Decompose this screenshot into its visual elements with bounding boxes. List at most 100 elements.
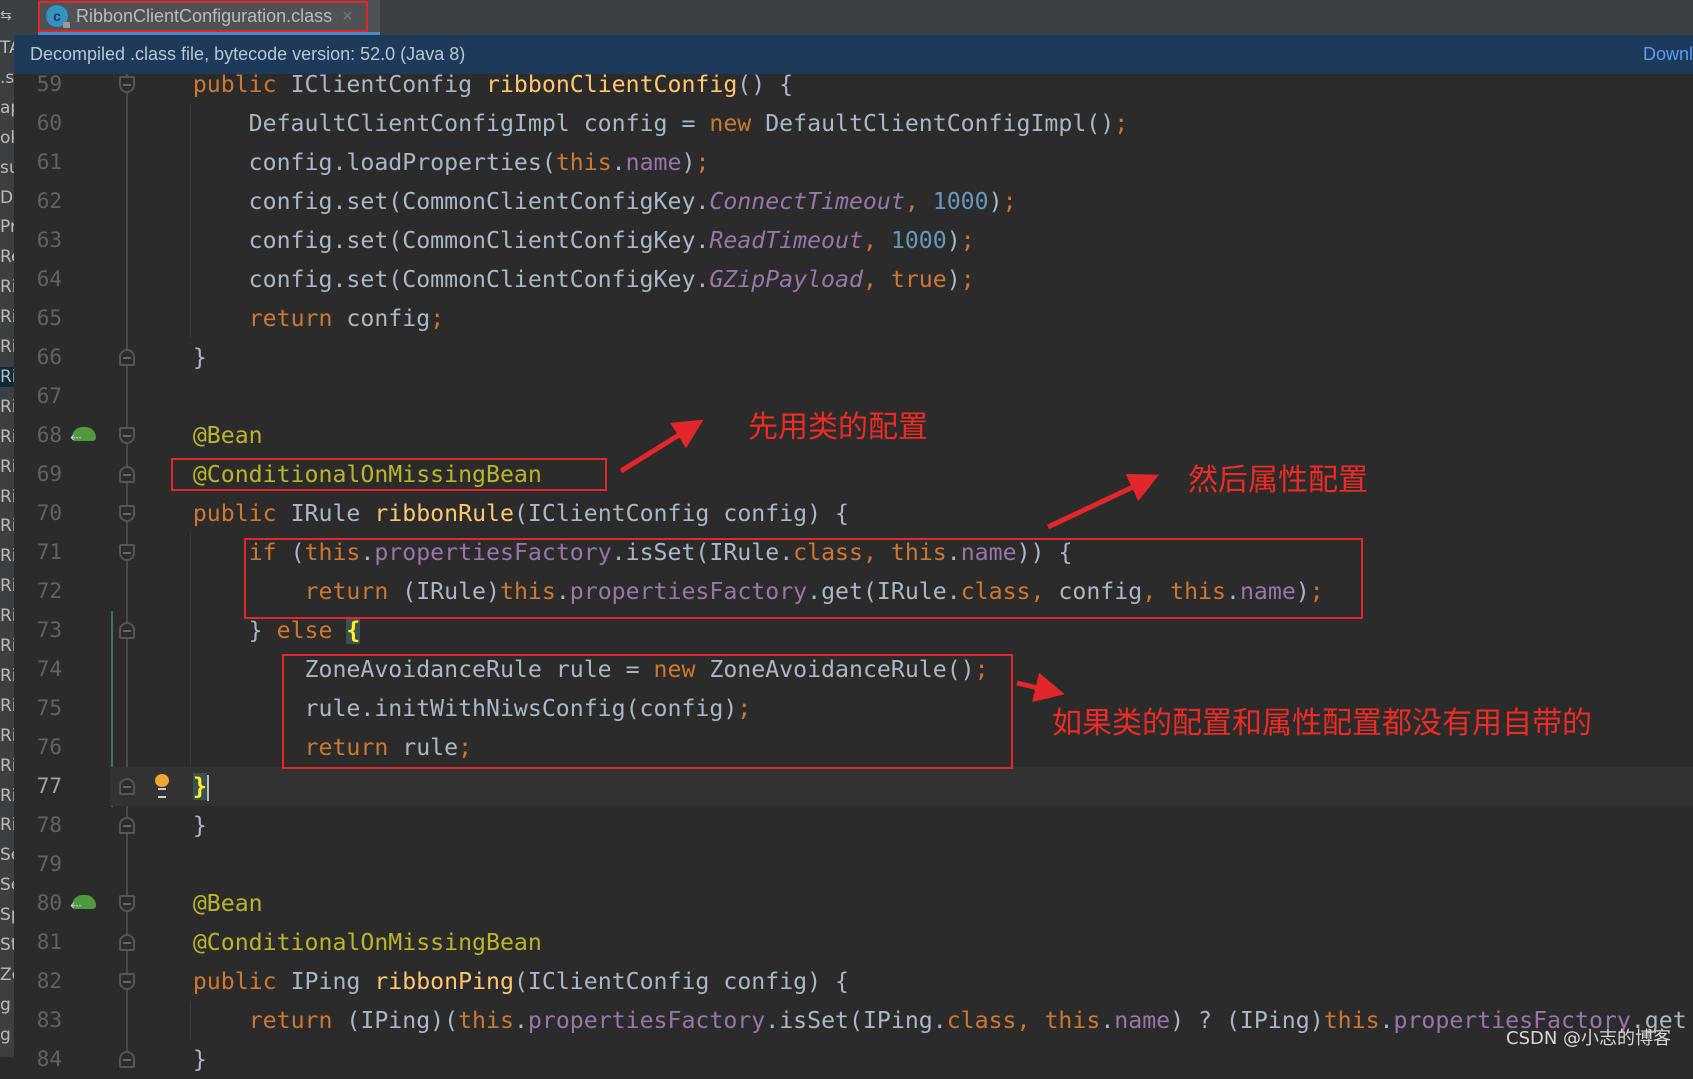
line-number[interactable]: 69 bbox=[14, 455, 62, 494]
code-line[interactable]: 61 config.loadProperties(this.name); bbox=[14, 143, 1693, 182]
line-number[interactable]: 76 bbox=[14, 728, 62, 767]
code-line[interactable]: 70 public IRule ribbonRule(IClientConfig… bbox=[14, 494, 1693, 533]
code-text[interactable]: config.set(CommonClientConfigKey.Connect… bbox=[137, 182, 1017, 221]
close-icon[interactable]: × bbox=[342, 6, 353, 27]
code-line[interactable]: 66 } bbox=[14, 338, 1693, 377]
code-line[interactable]: 82 public IPing ribbonPing(IClientConfig… bbox=[14, 962, 1693, 1001]
code-text[interactable]: @ConditionalOnMissingBean bbox=[137, 455, 542, 494]
sidebar-item[interactable]: Ri bbox=[0, 307, 14, 327]
line-number[interactable]: 67 bbox=[14, 377, 62, 416]
line-number[interactable]: 81 bbox=[14, 923, 62, 962]
line-number[interactable]: 78 bbox=[14, 806, 62, 845]
sidebar-item[interactable]: Ri bbox=[0, 606, 14, 626]
line-number[interactable]: 84 bbox=[14, 1040, 62, 1079]
code-text[interactable]: } bbox=[137, 338, 207, 377]
sidebar-item[interactable]: Ri bbox=[0, 636, 14, 656]
code-text[interactable]: config.set(CommonClientConfigKey.ReadTim… bbox=[137, 221, 975, 260]
fold-close-icon[interactable] bbox=[119, 1051, 135, 1068]
sidebar-item[interactable]: Ri bbox=[0, 487, 14, 507]
code-line[interactable]: 64 config.set(CommonClientConfigKey.GZip… bbox=[14, 260, 1693, 299]
code-text[interactable]: public IRule ribbonRule(IClientConfig co… bbox=[137, 494, 849, 533]
sidebar-item[interactable]: Se bbox=[0, 845, 14, 865]
sidebar-item[interactable]: De bbox=[0, 188, 14, 208]
sidebar-item[interactable]: Ri bbox=[0, 397, 14, 417]
fold-open-icon[interactable] bbox=[119, 895, 135, 912]
code-line[interactable]: 71 if (this.propertiesFactory.isSet(IRul… bbox=[14, 533, 1693, 572]
code-line[interactable]: 84 } bbox=[14, 1040, 1693, 1079]
code-line[interactable]: 72 return (IRule)this.propertiesFactory.… bbox=[14, 572, 1693, 611]
fold-open-icon[interactable] bbox=[119, 544, 135, 561]
tab-ribbon-client-configuration[interactable]: c RibbonClientConfiguration.class × bbox=[38, 0, 380, 35]
code-line[interactable]: 60 DefaultClientConfigImpl config = new … bbox=[14, 104, 1693, 143]
code-text[interactable]: @Bean bbox=[137, 416, 263, 455]
sidebar-item[interactable]: Se bbox=[0, 875, 14, 895]
sidebar-item[interactable]: Ri bbox=[0, 666, 14, 686]
line-number[interactable]: 68 bbox=[14, 416, 62, 455]
collapse-icon[interactable]: ⇆ bbox=[0, 6, 14, 24]
code-text[interactable]: config.loadProperties(this.name); bbox=[137, 143, 710, 182]
code-text[interactable]: DefaultClientConfigImpl config = new Def… bbox=[137, 104, 1129, 143]
line-number[interactable]: 83 bbox=[14, 1001, 62, 1040]
download-sources-link[interactable]: Downl bbox=[1643, 44, 1693, 65]
sidebar-item[interactable]: ok bbox=[0, 128, 14, 148]
code-text[interactable]: @Bean bbox=[137, 884, 263, 923]
line-number[interactable]: 63 bbox=[14, 221, 62, 260]
sidebar-item[interactable]: TA bbox=[0, 38, 14, 58]
code-line[interactable]: 62 config.set(CommonClientConfigKey.Conn… bbox=[14, 182, 1693, 221]
line-number[interactable]: 70 bbox=[14, 494, 62, 533]
line-number[interactable]: 80 bbox=[14, 884, 62, 923]
sidebar-item[interactable]: Ri bbox=[0, 546, 14, 566]
code-line[interactable]: 78 } bbox=[14, 806, 1693, 845]
code-text[interactable]: @ConditionalOnMissingBean bbox=[137, 923, 542, 962]
fold-open-icon[interactable] bbox=[119, 973, 135, 990]
fold-open-icon[interactable] bbox=[119, 76, 135, 93]
code-line[interactable]: 69 @ConditionalOnMissingBean bbox=[14, 455, 1693, 494]
code-line[interactable]: 80 @Bean bbox=[14, 884, 1693, 923]
line-number[interactable]: 64 bbox=[14, 260, 62, 299]
line-number[interactable]: 65 bbox=[14, 299, 62, 338]
line-number[interactable]: 75 bbox=[14, 689, 62, 728]
line-number[interactable]: 77 bbox=[14, 767, 62, 806]
sidebar-item[interactable]: g bbox=[0, 1025, 11, 1045]
sidebar-item[interactable]: Ri bbox=[0, 516, 14, 536]
sidebar-item[interactable]: .s bbox=[0, 68, 14, 88]
code-text[interactable]: return (IPing)(this.propertiesFactory.is… bbox=[137, 1001, 1687, 1040]
sidebar-item[interactable]: Ri bbox=[0, 756, 14, 776]
fold-close-icon[interactable] bbox=[119, 934, 135, 951]
code-text[interactable]: config.set(CommonClientConfigKey.GZipPay… bbox=[137, 260, 975, 299]
sidebar-item[interactable]: Ri bbox=[0, 366, 14, 387]
spring-bean-icon[interactable] bbox=[70, 895, 96, 914]
line-number[interactable]: 79 bbox=[14, 845, 62, 884]
code-text[interactable]: return (IRule)this.propertiesFactory.get… bbox=[137, 572, 1324, 611]
code-text[interactable]: ZoneAvoidanceRule rule = new ZoneAvoidan… bbox=[137, 650, 989, 689]
sidebar-item[interactable]: Ri bbox=[0, 337, 14, 357]
line-number[interactable]: 73 bbox=[14, 611, 62, 650]
sidebar-item[interactable]: St bbox=[0, 935, 14, 955]
sidebar-item[interactable]: Ri bbox=[0, 786, 14, 806]
code-text[interactable]: } bbox=[137, 806, 207, 845]
code-line[interactable]: 65 return config; bbox=[14, 299, 1693, 338]
sidebar-item[interactable]: Ri bbox=[0, 427, 14, 447]
line-number[interactable]: 74 bbox=[14, 650, 62, 689]
code-text[interactable]: if (this.propertiesFactory.isSet(IRule.c… bbox=[137, 533, 1073, 572]
fold-close-icon[interactable] bbox=[119, 778, 135, 795]
fold-open-icon[interactable] bbox=[119, 427, 135, 444]
sidebar-item[interactable]: Ri bbox=[0, 696, 14, 716]
sidebar-item[interactable]: Ri bbox=[0, 726, 14, 746]
code-line[interactable]: 63 config.set(CommonClientConfigKey.Read… bbox=[14, 221, 1693, 260]
sidebar-item[interactable]: g bbox=[0, 995, 11, 1015]
line-number[interactable]: 60 bbox=[14, 104, 62, 143]
line-number[interactable]: 72 bbox=[14, 572, 62, 611]
sidebar-item[interactable]: Ri bbox=[0, 277, 14, 297]
code-text[interactable]: rule.initWithNiwsConfig(config); bbox=[137, 689, 752, 728]
line-number[interactable]: 66 bbox=[14, 338, 62, 377]
code-line[interactable]: 74 ZoneAvoidanceRule rule = new ZoneAvoi… bbox=[14, 650, 1693, 689]
fold-close-icon[interactable] bbox=[119, 466, 135, 483]
sidebar-item[interactable]: su bbox=[0, 158, 14, 178]
code-text[interactable]: public IPing ribbonPing(IClientConfig co… bbox=[137, 962, 849, 1001]
code-text[interactable]: } bbox=[137, 767, 209, 806]
code-text[interactable]: } else { bbox=[137, 611, 361, 650]
sidebar-item[interactable]: Ri bbox=[0, 815, 14, 835]
spring-bean-icon[interactable] bbox=[70, 427, 96, 446]
sidebar-item[interactable]: Sp bbox=[0, 905, 14, 925]
